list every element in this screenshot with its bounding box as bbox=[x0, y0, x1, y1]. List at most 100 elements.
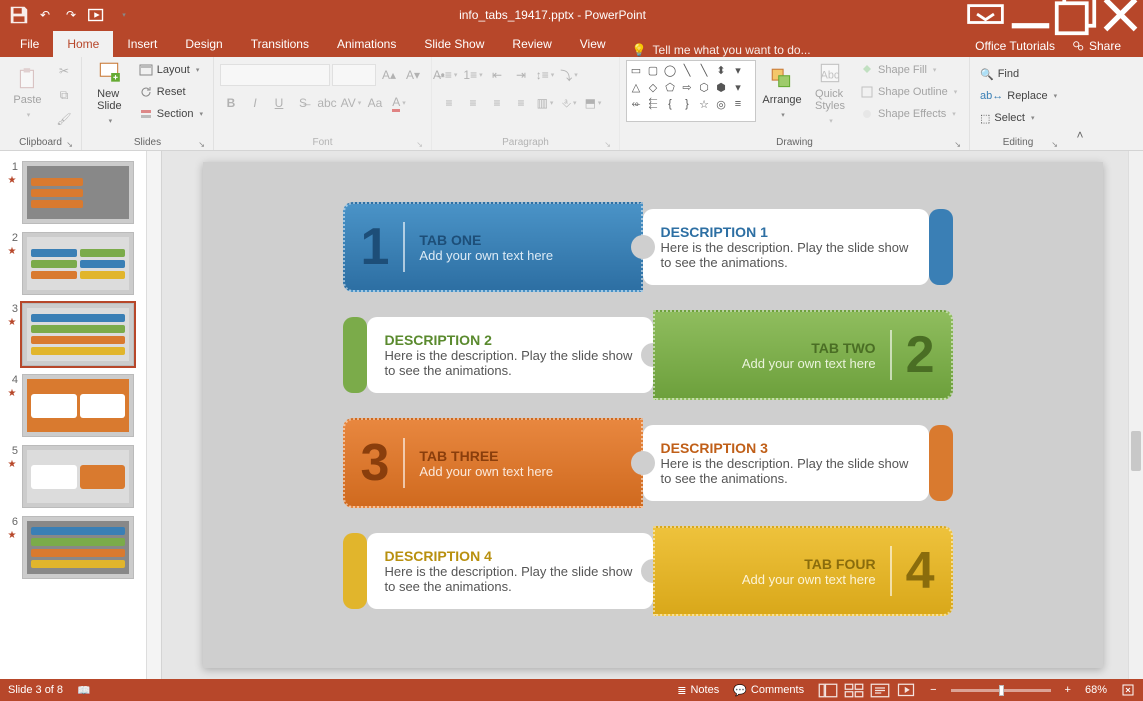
tell-me-search[interactable]: 💡 Tell me what you want to do... bbox=[632, 43, 811, 57]
reading-view-icon[interactable] bbox=[870, 682, 890, 698]
section-button[interactable]: Section bbox=[135, 104, 207, 124]
normal-view-icon[interactable] bbox=[818, 682, 838, 698]
thumb-num: 6 bbox=[6, 516, 18, 528]
text-direction-icon[interactable]: ⤵ bbox=[558, 64, 580, 86]
zoom-slider[interactable] bbox=[951, 689, 1051, 692]
qat-customize-icon[interactable] bbox=[112, 4, 134, 26]
shadow-icon[interactable]: abc bbox=[316, 92, 338, 114]
tab-home[interactable]: Home bbox=[53, 31, 113, 57]
slide-thumbnail-3[interactable] bbox=[22, 303, 134, 366]
ribbon-options-icon[interactable] bbox=[963, 0, 1008, 29]
font-name-combo[interactable] bbox=[220, 64, 330, 86]
tab-card-3[interactable]: 3 TAB THREE Add your own text here bbox=[343, 418, 643, 508]
zoom-out-icon[interactable]: − bbox=[930, 684, 936, 696]
line-spacing-icon[interactable]: ↕≡ bbox=[534, 64, 556, 86]
columns-icon[interactable]: ▥ bbox=[534, 92, 556, 114]
spellcheck-icon[interactable]: 📖 bbox=[77, 684, 91, 697]
undo-icon[interactable]: ↶ bbox=[34, 4, 56, 26]
notes-button[interactable]: ≣Notes bbox=[677, 684, 719, 697]
thumbs-scrollbar[interactable] bbox=[146, 151, 161, 679]
desc-card-1[interactable]: DESCRIPTION 1 Here is the description. P… bbox=[643, 209, 929, 285]
tab-review[interactable]: Review bbox=[498, 31, 565, 57]
tab-design[interactable]: Design bbox=[171, 31, 236, 57]
tell-me-placeholder: Tell me what you want to do... bbox=[653, 43, 811, 57]
tab-card-1[interactable]: 1 TAB ONE Add your own text here bbox=[343, 202, 643, 292]
font-color-icon[interactable]: A bbox=[388, 92, 410, 114]
zoom-level[interactable]: 68% bbox=[1085, 684, 1107, 696]
tab-card-2[interactable]: TAB TWO Add your own text here 2 bbox=[653, 310, 953, 400]
tab-view[interactable]: View bbox=[566, 31, 620, 57]
reset-button[interactable]: Reset bbox=[135, 82, 207, 102]
copy-icon[interactable]: ⧉ bbox=[53, 84, 75, 106]
align-left-icon[interactable]: ≡ bbox=[438, 92, 460, 114]
minimize-icon[interactable] bbox=[1008, 0, 1053, 29]
slide-thumbnail-6[interactable] bbox=[22, 516, 134, 579]
find-button[interactable]: 🔍Find bbox=[976, 64, 1061, 84]
replace-button[interactable]: ab↔Replace bbox=[976, 86, 1061, 106]
sorter-view-icon[interactable] bbox=[844, 682, 864, 698]
restore-icon[interactable] bbox=[1053, 0, 1098, 29]
slide-canvas[interactable]: 1 TAB ONE Add your own text here DESCRIP… bbox=[203, 162, 1103, 668]
tab-transitions[interactable]: Transitions bbox=[237, 31, 323, 57]
save-icon[interactable] bbox=[8, 4, 30, 26]
shape-effects-button[interactable]: Shape Effects bbox=[856, 104, 961, 124]
strikethrough-icon[interactable]: S̶ bbox=[292, 92, 314, 114]
share-button[interactable]: Share bbox=[1063, 35, 1129, 57]
new-slide-button[interactable]: New Slide bbox=[88, 60, 131, 126]
start-from-beginning-icon[interactable] bbox=[86, 4, 108, 26]
italic-icon[interactable]: I bbox=[244, 92, 266, 114]
tab-insert[interactable]: Insert bbox=[113, 31, 171, 57]
align-text-icon[interactable]: ⎀ bbox=[558, 92, 580, 114]
smartart-icon[interactable]: ⬒ bbox=[582, 92, 604, 114]
select-button[interactable]: ⬚Select bbox=[976, 108, 1061, 128]
shapes-gallery[interactable]: ▭▢◯╲╲⬍▾ △◇⬠⇨⬡⬢▾ ⬰⬱{}☆◎≡ bbox=[626, 60, 756, 122]
zoom-slider-thumb[interactable] bbox=[999, 685, 1004, 696]
arrange-button[interactable]: Arrange bbox=[760, 60, 804, 126]
numbering-icon[interactable]: 1≡ bbox=[462, 64, 484, 86]
redo-icon[interactable]: ↷ bbox=[60, 4, 82, 26]
slideshow-view-icon[interactable] bbox=[896, 682, 916, 698]
layout-button[interactable]: Layout bbox=[135, 60, 207, 80]
grow-font-icon[interactable]: A▴ bbox=[378, 64, 400, 86]
desc-card-4[interactable]: DESCRIPTION 4 Here is the description. P… bbox=[367, 533, 653, 609]
tab-animations[interactable]: Animations bbox=[323, 31, 410, 57]
scrollbar-handle[interactable] bbox=[1131, 431, 1141, 471]
slide-thumbnail-1[interactable] bbox=[22, 161, 134, 224]
cut-icon[interactable]: ✂ bbox=[53, 60, 75, 82]
bold-icon[interactable]: B bbox=[220, 92, 242, 114]
underline-icon[interactable]: U bbox=[268, 92, 290, 114]
desc-card-2[interactable]: DESCRIPTION 2 Here is the description. P… bbox=[367, 317, 653, 393]
slide-thumbnail-5[interactable] bbox=[22, 445, 134, 508]
shape-fill-button[interactable]: Shape Fill bbox=[856, 60, 961, 80]
shrink-font-icon[interactable]: A▾ bbox=[402, 64, 424, 86]
char-spacing-icon[interactable]: AV bbox=[340, 92, 362, 114]
fit-to-window-icon[interactable] bbox=[1121, 683, 1135, 697]
slide-counter[interactable]: Slide 3 of 8 bbox=[8, 684, 63, 696]
slide-thumbnail-2[interactable] bbox=[22, 232, 134, 295]
font-size-combo[interactable] bbox=[332, 64, 376, 86]
shape-outline-button[interactable]: Shape Outline bbox=[856, 82, 961, 102]
slide-canvas-area[interactable]: 1 TAB ONE Add your own text here DESCRIP… bbox=[162, 151, 1143, 679]
increase-indent-icon[interactable]: ⇥ bbox=[510, 64, 532, 86]
paste-button[interactable]: Paste bbox=[6, 60, 49, 126]
align-center-icon[interactable]: ≡ bbox=[462, 92, 484, 114]
bullets-icon[interactable]: •≡ bbox=[438, 64, 460, 86]
close-icon[interactable] bbox=[1098, 0, 1143, 29]
align-right-icon[interactable]: ≡ bbox=[486, 92, 508, 114]
justify-icon[interactable]: ≡ bbox=[510, 92, 532, 114]
decrease-indent-icon[interactable]: ⇤ bbox=[486, 64, 508, 86]
vertical-scrollbar[interactable] bbox=[1128, 151, 1143, 679]
tab-slideshow[interactable]: Slide Show bbox=[410, 31, 498, 57]
file-tab[interactable]: File bbox=[6, 31, 53, 57]
desc-card-3[interactable]: DESCRIPTION 3 Here is the description. P… bbox=[643, 425, 929, 501]
quick-styles-button[interactable]: Abc Quick Styles bbox=[808, 60, 852, 126]
tab-card-4[interactable]: TAB FOUR Add your own text here 4 bbox=[653, 526, 953, 616]
slide-thumbnail-4[interactable] bbox=[22, 374, 134, 437]
account-label[interactable]: Office Tutorials bbox=[975, 39, 1055, 53]
zoom-in-icon[interactable]: + bbox=[1065, 684, 1071, 696]
clear-formatting-icon[interactable]: A̶ bbox=[426, 64, 448, 86]
format-painter-icon[interactable]: 🖌 bbox=[53, 108, 75, 130]
collapse-ribbon-icon[interactable]: ˄ bbox=[1069, 124, 1091, 146]
comments-button[interactable]: 💬Comments bbox=[733, 684, 804, 697]
change-case-icon[interactable]: Aa bbox=[364, 92, 386, 114]
